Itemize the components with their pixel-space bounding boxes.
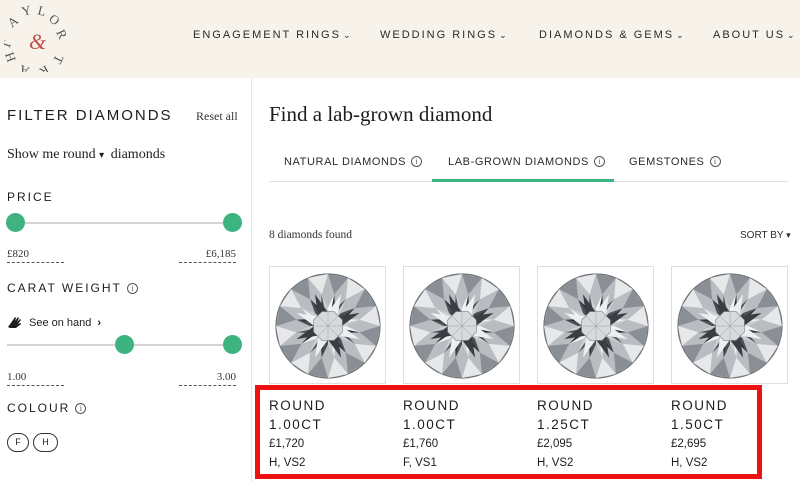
nav-label: WEDDING RINGS — [380, 29, 498, 41]
carat-min-value[interactable]: 1.00 — [7, 371, 64, 386]
diamond-icon — [275, 273, 381, 379]
chevron-down-icon: ⌄ — [342, 30, 351, 40]
sort-by-dropdown[interactable]: SORT BY ▾ — [740, 230, 791, 241]
reset-all-link[interactable]: Reset all — [196, 109, 238, 124]
carat-max-value[interactable]: 3.00 — [179, 371, 236, 386]
price-min-handle[interactable] — [6, 213, 25, 232]
see-on-hand-link[interactable]: See on hand › — [7, 315, 101, 329]
chevron-right-icon: › — [97, 317, 102, 329]
colour-chip-f[interactable]: F — [7, 433, 29, 452]
nav-label: DIAMONDS & GEMS — [539, 29, 675, 41]
svg-text:T: T — [4, 38, 15, 51]
diamond-carat: 1.00CT — [403, 417, 457, 432]
carat-max-handle[interactable] — [223, 335, 242, 354]
site-header: T A Y L O R H A R T & ENGAGEMENT RINGS ⌄ … — [0, 0, 800, 78]
diamond-image[interactable] — [403, 266, 520, 384]
diamond-grade: H, VS2 — [537, 457, 574, 469]
svg-text:A: A — [16, 62, 31, 72]
diamond-grade: F, VS1 — [403, 457, 437, 469]
page-title: Find a lab-grown diamond — [269, 102, 493, 126]
info-icon[interactable]: i — [709, 156, 721, 167]
svg-text:R: R — [53, 27, 70, 41]
chevron-down-icon: ⌄ — [676, 30, 684, 40]
diamond-price: £1,760 — [403, 438, 439, 450]
hand-icon — [8, 317, 21, 328]
taylor-hart-logo[interactable]: T A Y L O R H A R T & — [4, 2, 70, 72]
svg-text:L: L — [36, 2, 48, 19]
diamond-shape: ROUND — [403, 398, 460, 413]
tab-label: NATURAL DIAMONDS — [284, 156, 407, 168]
filter-sidebar: FILTER DIAMONDS Reset all Show me round … — [0, 78, 252, 482]
diamond-grade: H, VS2 — [269, 457, 306, 469]
price-max-value[interactable]: £6,185 — [179, 248, 236, 263]
colour-text: COLOUR — [7, 401, 71, 415]
chevron-down-icon: ▾ — [99, 150, 105, 161]
tab-label: GEMSTONES — [629, 156, 705, 168]
shape-select-value: round — [63, 147, 96, 162]
diamond-carat: 1.25CT — [537, 417, 591, 432]
svg-text:Y: Y — [20, 2, 34, 19]
diamond-carat: 1.00CT — [269, 417, 323, 432]
diamond-shape: ROUND — [671, 398, 728, 413]
sort-by-label: SORT BY — [740, 230, 784, 241]
diamond-price: £2,695 — [671, 438, 707, 450]
chevron-down-icon: ▾ — [786, 230, 791, 240]
filter-title: FILTER DIAMONDS — [7, 107, 173, 124]
diamond-price: £1,720 — [269, 438, 305, 450]
nav-diamonds-gems[interactable]: DIAMONDS & GEMS ⌄ — [539, 29, 684, 41]
price-min-value[interactable]: £820 — [7, 248, 64, 263]
diamond-shape: ROUND — [269, 398, 326, 413]
active-tab-indicator — [432, 179, 614, 182]
diamond-grade: H, VS2 — [671, 457, 708, 469]
show-me-shape: Show me round ▾ diamonds — [7, 147, 165, 163]
diamond-shape: ROUND — [537, 398, 594, 413]
shape-select[interactable]: round ▾ — [63, 147, 104, 162]
diamond-image[interactable] — [269, 266, 386, 384]
svg-text:T: T — [50, 53, 67, 67]
carat-weight-label: CARAT WEIGHT i — [7, 281, 138, 295]
svg-text:R: R — [37, 62, 52, 72]
info-icon[interactable]: i — [593, 156, 605, 167]
diamond-icon — [409, 273, 515, 379]
tab-lab-grown-diamonds[interactable]: LAB-GROWN DIAMONDS i — [448, 156, 605, 168]
diamond-carat: 1.50CT — [671, 417, 725, 432]
results-count: 8 diamonds found — [269, 229, 353, 241]
diamond-image[interactable] — [537, 266, 654, 384]
price-label: PRICE — [7, 190, 54, 204]
chevron-down-icon: ⌄ — [499, 30, 507, 40]
svg-text:&: & — [29, 29, 47, 54]
tab-natural-diamonds[interactable]: NATURAL DIAMONDS i — [284, 156, 423, 168]
info-icon[interactable]: i — [75, 403, 87, 414]
carat-min-handle[interactable] — [115, 335, 134, 354]
nav-label: ENGAGEMENT RINGS — [193, 29, 341, 41]
info-icon[interactable]: i — [126, 283, 138, 294]
show-me-suffix: diamonds — [110, 147, 166, 162]
diamond-price: £2,095 — [537, 438, 573, 450]
svg-text:O: O — [46, 11, 63, 29]
diamond-icon — [677, 273, 783, 379]
diamond-icon — [543, 273, 649, 379]
diamond-image[interactable] — [671, 266, 788, 384]
price-slider-track[interactable] — [15, 222, 233, 224]
diamond-type-tabs: NATURAL DIAMONDS i LAB-GROWN DIAMONDS i GE… — [269, 146, 788, 182]
see-on-hand-label: See on hand — [29, 317, 92, 329]
tab-gemstones[interactable]: GEMSTONES i — [629, 156, 721, 168]
info-icon[interactable]: i — [411, 156, 423, 167]
show-me-prefix: Show me — [7, 147, 60, 162]
price-max-handle[interactable] — [223, 213, 242, 232]
colour-chip-h[interactable]: H — [33, 433, 58, 452]
tab-label: LAB-GROWN DIAMONDS — [448, 156, 589, 168]
nav-about-us[interactable]: ABOUT US ⌄ — [713, 29, 795, 41]
carat-weight-text: CARAT WEIGHT — [7, 281, 122, 295]
colour-label: COLOUR i — [7, 401, 87, 415]
svg-text:H: H — [4, 50, 19, 64]
nav-engagement-rings[interactable]: ENGAGEMENT RINGS ⌄ — [193, 29, 350, 41]
chevron-down-icon: ⌄ — [787, 30, 795, 40]
nav-label: ABOUT US — [713, 29, 786, 41]
nav-wedding-rings[interactable]: WEDDING RINGS ⌄ — [380, 29, 507, 41]
svg-text:A: A — [4, 12, 21, 30]
